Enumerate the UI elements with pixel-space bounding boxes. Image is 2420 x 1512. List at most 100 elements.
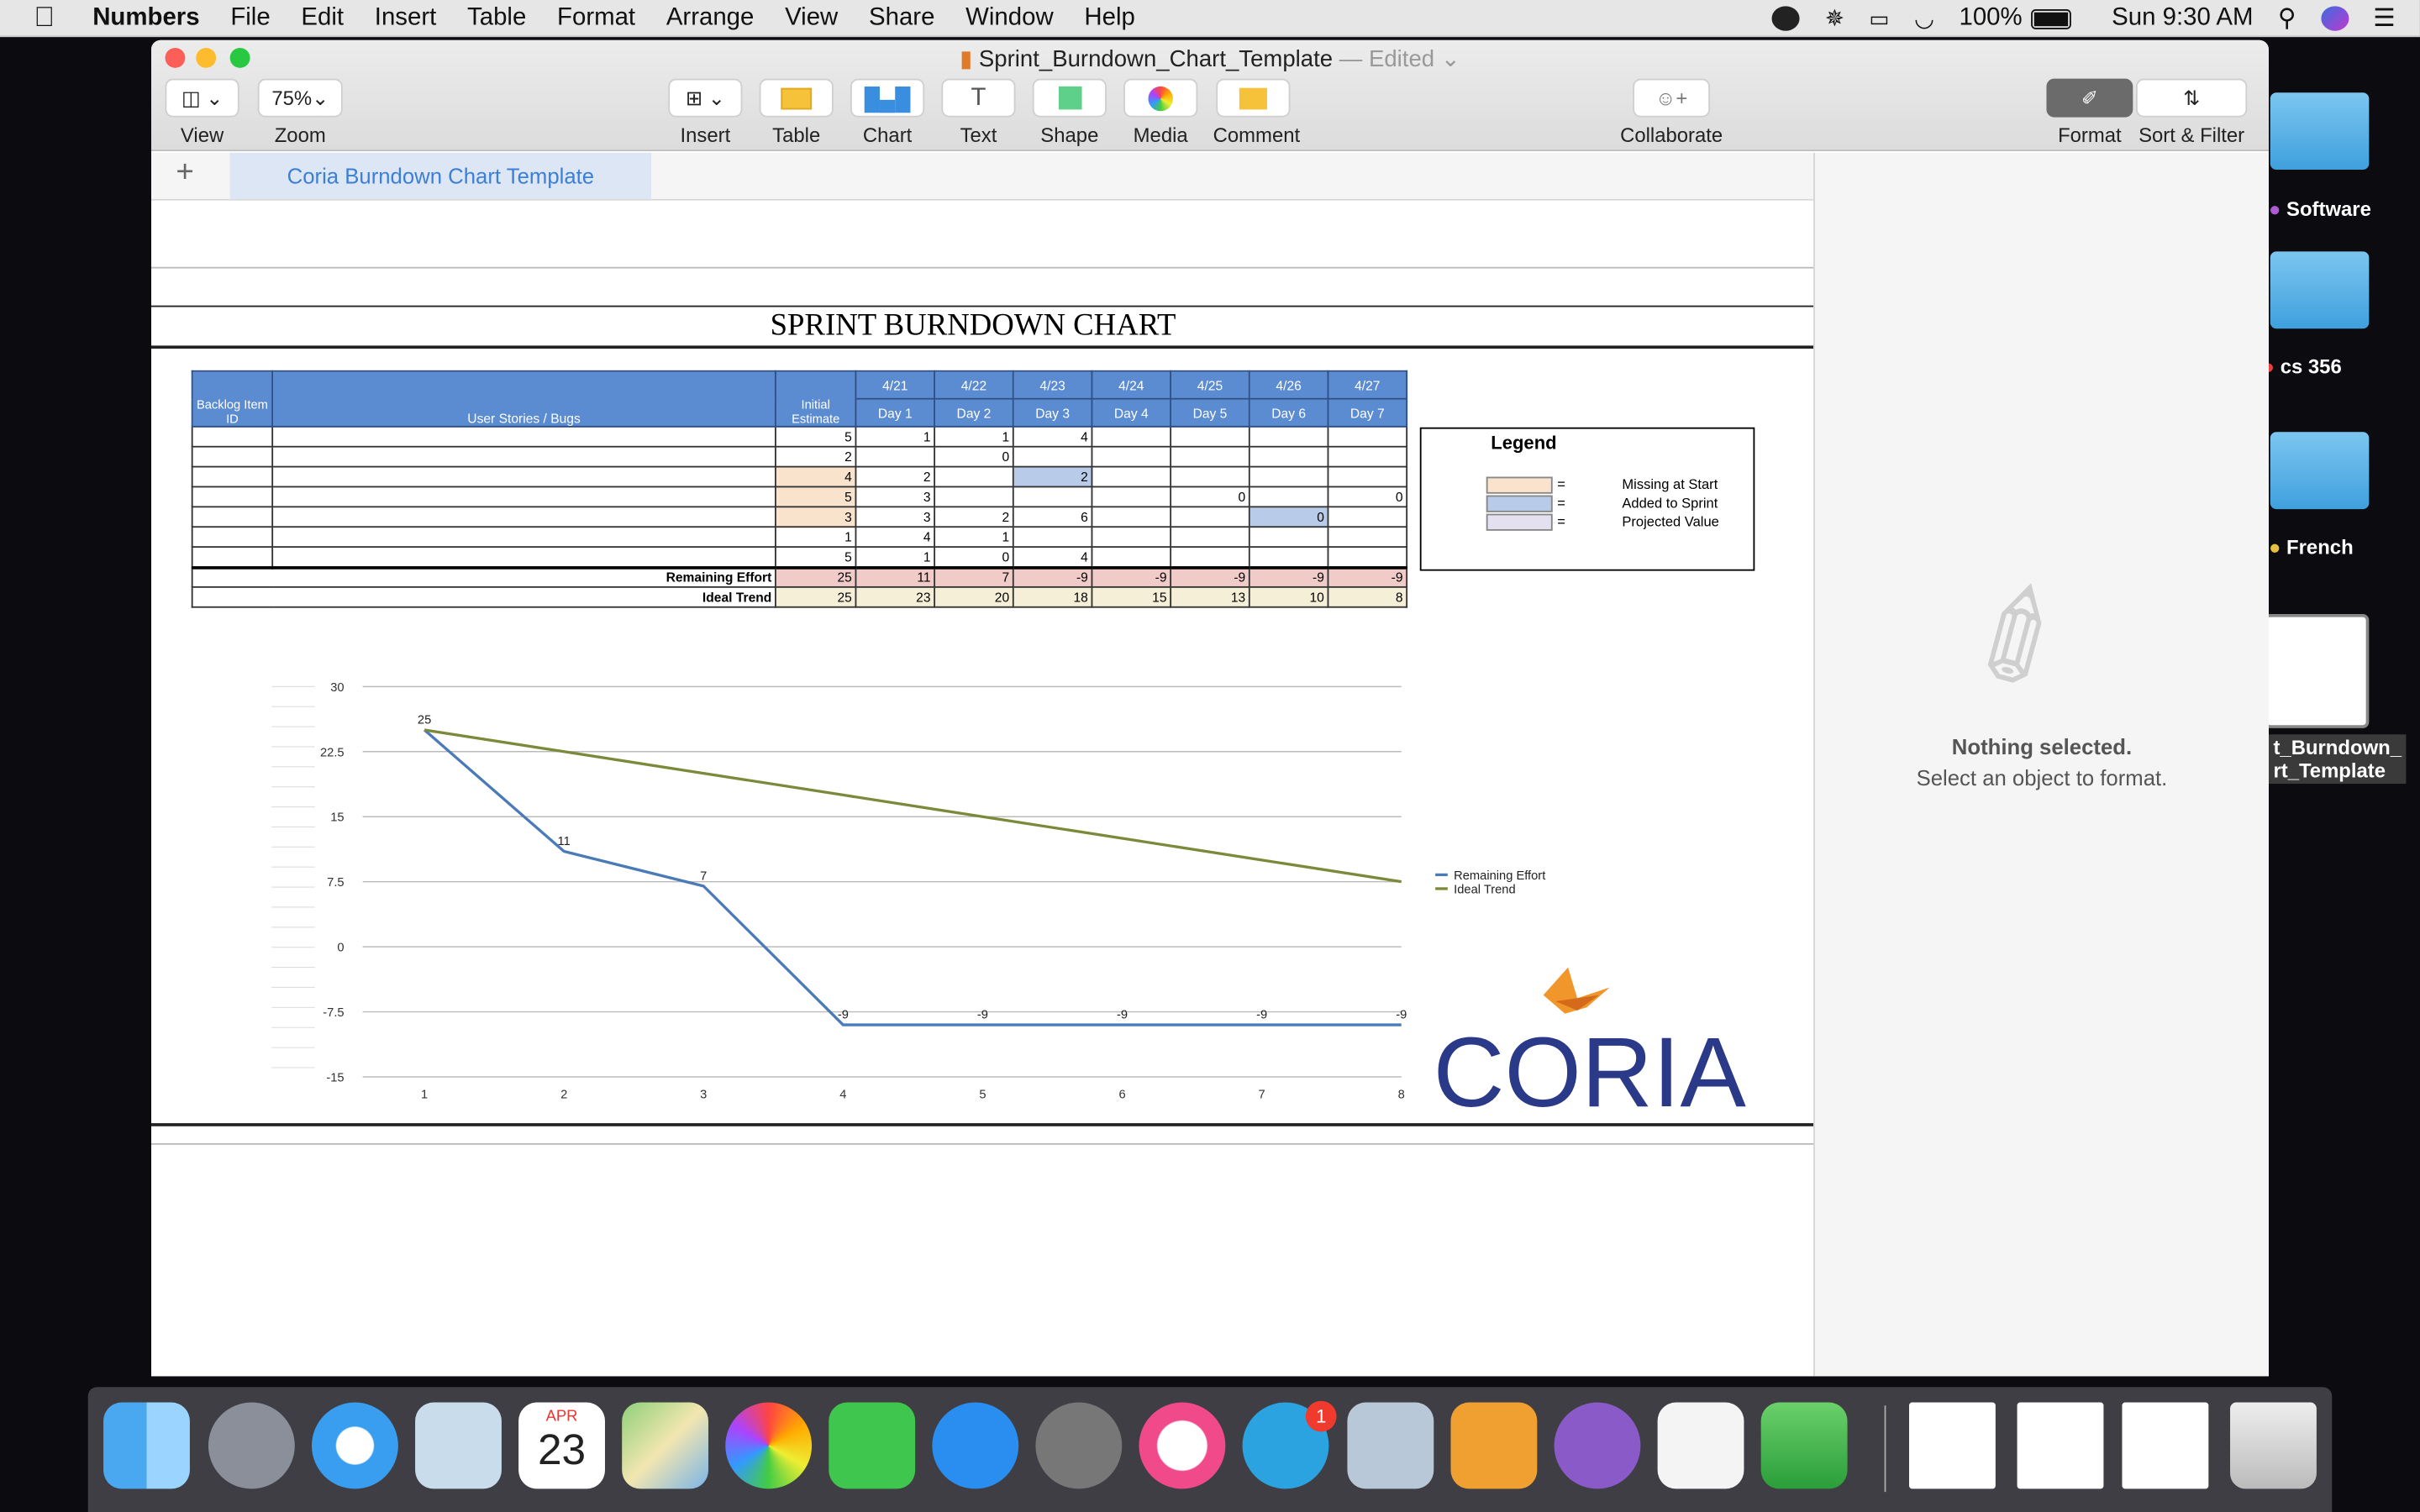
finder-icon[interactable] [103, 1402, 190, 1489]
document-title[interactable]: ▮ Sprint_Burndown_Chart_Template — Edite… [151, 45, 2269, 72]
table-cell[interactable] [1248, 445, 1329, 468]
text-button[interactable]: T [941, 78, 1016, 118]
table-cell[interactable]: 2 [1012, 465, 1093, 488]
table-cell[interactable] [1091, 425, 1172, 448]
app-store-icon[interactable] [932, 1402, 1019, 1489]
table-cell[interactable]: 0 [1170, 486, 1250, 508]
format-button[interactable]: ✐ [2046, 78, 2133, 118]
table-cell[interactable] [1327, 445, 1408, 468]
table-cell[interactable] [1170, 526, 1250, 549]
table-cell[interactable] [1170, 506, 1250, 528]
table-cell[interactable]: 25 [775, 565, 857, 588]
table-cell[interactable] [1170, 465, 1250, 488]
header-date[interactable]: 4/25 [1170, 370, 1250, 400]
table-cell[interactable] [1248, 526, 1329, 549]
table-cell[interactable] [1327, 506, 1408, 528]
table-cell[interactable] [1170, 425, 1250, 448]
table-cell[interactable] [1327, 465, 1408, 488]
desktop-folder-french[interactable] [2270, 432, 2370, 510]
title-chevron-icon[interactable]: ⌄ [1441, 46, 1460, 72]
table-cell[interactable]: 20 [934, 585, 1014, 608]
table-cell[interactable] [1091, 526, 1172, 549]
table-cell[interactable]: 5 [775, 486, 857, 508]
launchpad-icon[interactable] [208, 1402, 295, 1489]
table-cell[interactable]: 13 [1170, 585, 1250, 608]
table-cell[interactable]: 7 [934, 565, 1014, 588]
story-cell[interactable] [271, 486, 776, 508]
header-day[interactable]: Day 7 [1327, 397, 1408, 428]
header-day[interactable]: Day 5 [1170, 397, 1250, 428]
pages-icon[interactable] [1450, 1402, 1538, 1489]
table-cell[interactable] [1248, 546, 1329, 568]
safari-icon[interactable] [312, 1402, 398, 1489]
table-cell[interactable]: 23 [855, 585, 936, 608]
table-cell[interactable]: 1 [934, 526, 1014, 549]
table-cell[interactable]: -9 [1012, 565, 1093, 588]
zoom-tool[interactable]: 75% ⌄ Zoom [257, 78, 343, 146]
comment-tool[interactable]: Comment [1213, 78, 1300, 146]
system-preferences-icon[interactable] [1035, 1402, 1123, 1489]
story-cell[interactable] [271, 445, 776, 468]
table-cell[interactable]: 6 [1012, 506, 1093, 528]
table-cell[interactable]: -9 [1327, 565, 1408, 588]
remaining-effort-row-label[interactable]: Remaining Effort [191, 565, 776, 588]
table-cell[interactable]: 4 [855, 526, 936, 549]
table-cell[interactable]: 1 [775, 526, 857, 549]
backlog-cell[interactable] [191, 465, 274, 488]
table-cell[interactable] [1248, 465, 1329, 488]
table-cell[interactable]: 2 [775, 445, 857, 468]
table-cell[interactable]: -9 [1091, 565, 1172, 588]
add-sheet-icon[interactable]: + [176, 156, 193, 192]
github-desktop-icon[interactable] [1554, 1402, 1641, 1489]
backlog-cell[interactable] [191, 445, 274, 468]
battery-percent[interactable]: 100% [1959, 5, 2022, 33]
table-cell[interactable] [1012, 486, 1093, 508]
table-cell[interactable]: 4 [1012, 425, 1093, 448]
sort-filter-button[interactable]: ⇅ [2135, 78, 2248, 118]
table-cell[interactable]: 0 [934, 445, 1014, 468]
facetime-icon[interactable] [829, 1402, 916, 1489]
table-cell[interactable]: 10 [1248, 585, 1329, 608]
header-date[interactable]: 4/23 [1012, 370, 1093, 400]
maps-icon[interactable] [622, 1402, 709, 1489]
table-cell[interactable]: 1 [855, 546, 936, 568]
view-tool[interactable]: ◫ ⌄ View [165, 78, 239, 146]
sheet-tab-coria[interactable]: Coria Burndown Chart Template [229, 152, 652, 199]
table-cell[interactable]: 4 [1012, 546, 1093, 568]
story-cell[interactable] [271, 546, 776, 568]
table-cell[interactable]: 4 [775, 465, 857, 488]
backlog-cell[interactable] [191, 546, 274, 568]
table-cell[interactable] [934, 486, 1014, 508]
itunes-icon[interactable] [1139, 1402, 1226, 1489]
header-date[interactable]: 4/21 [855, 370, 936, 400]
table-cell[interactable]: -9 [1248, 565, 1329, 588]
wifi-icon[interactable]: ◡ [1914, 5, 1934, 32]
table-cell[interactable] [1170, 445, 1250, 468]
table-cell[interactable] [1091, 465, 1172, 488]
table-cell[interactable]: 3 [775, 506, 857, 528]
header-day[interactable]: Day 2 [934, 397, 1014, 428]
table-button[interactable] [759, 78, 834, 118]
header-date[interactable]: 4/26 [1248, 370, 1329, 400]
vpn-status-icon[interactable] [1772, 6, 1801, 31]
sheet-canvas[interactable]: SPRINT BURNDOWN CHART Backlog Item ID Us… [150, 200, 1814, 1377]
table-cell[interactable] [1327, 546, 1408, 568]
table-cell[interactable] [1012, 526, 1093, 549]
story-cell[interactable] [271, 506, 776, 528]
header-day[interactable]: Day 6 [1248, 397, 1329, 428]
comment-button[interactable] [1216, 78, 1291, 118]
table-cell[interactable]: 1 [934, 425, 1014, 448]
table-cell[interactable] [1091, 445, 1172, 468]
story-cell[interactable] [271, 425, 776, 448]
table-cell[interactable] [1248, 486, 1329, 508]
header-backlog[interactable]: Backlog Item ID [191, 370, 274, 428]
table-cell[interactable]: 15 [1091, 585, 1172, 608]
table-cell[interactable] [1091, 506, 1172, 528]
zoom-select[interactable]: 75% ⌄ [257, 78, 343, 118]
table-cell[interactable] [1248, 425, 1329, 448]
textedit-icon[interactable] [1657, 1402, 1744, 1489]
trash-icon[interactable] [2230, 1402, 2317, 1489]
menu-share[interactable]: Share [869, 4, 934, 32]
insert-button[interactable]: ⊞ ⌄ [668, 78, 743, 118]
desktop-folder-software[interactable] [2270, 92, 2370, 171]
